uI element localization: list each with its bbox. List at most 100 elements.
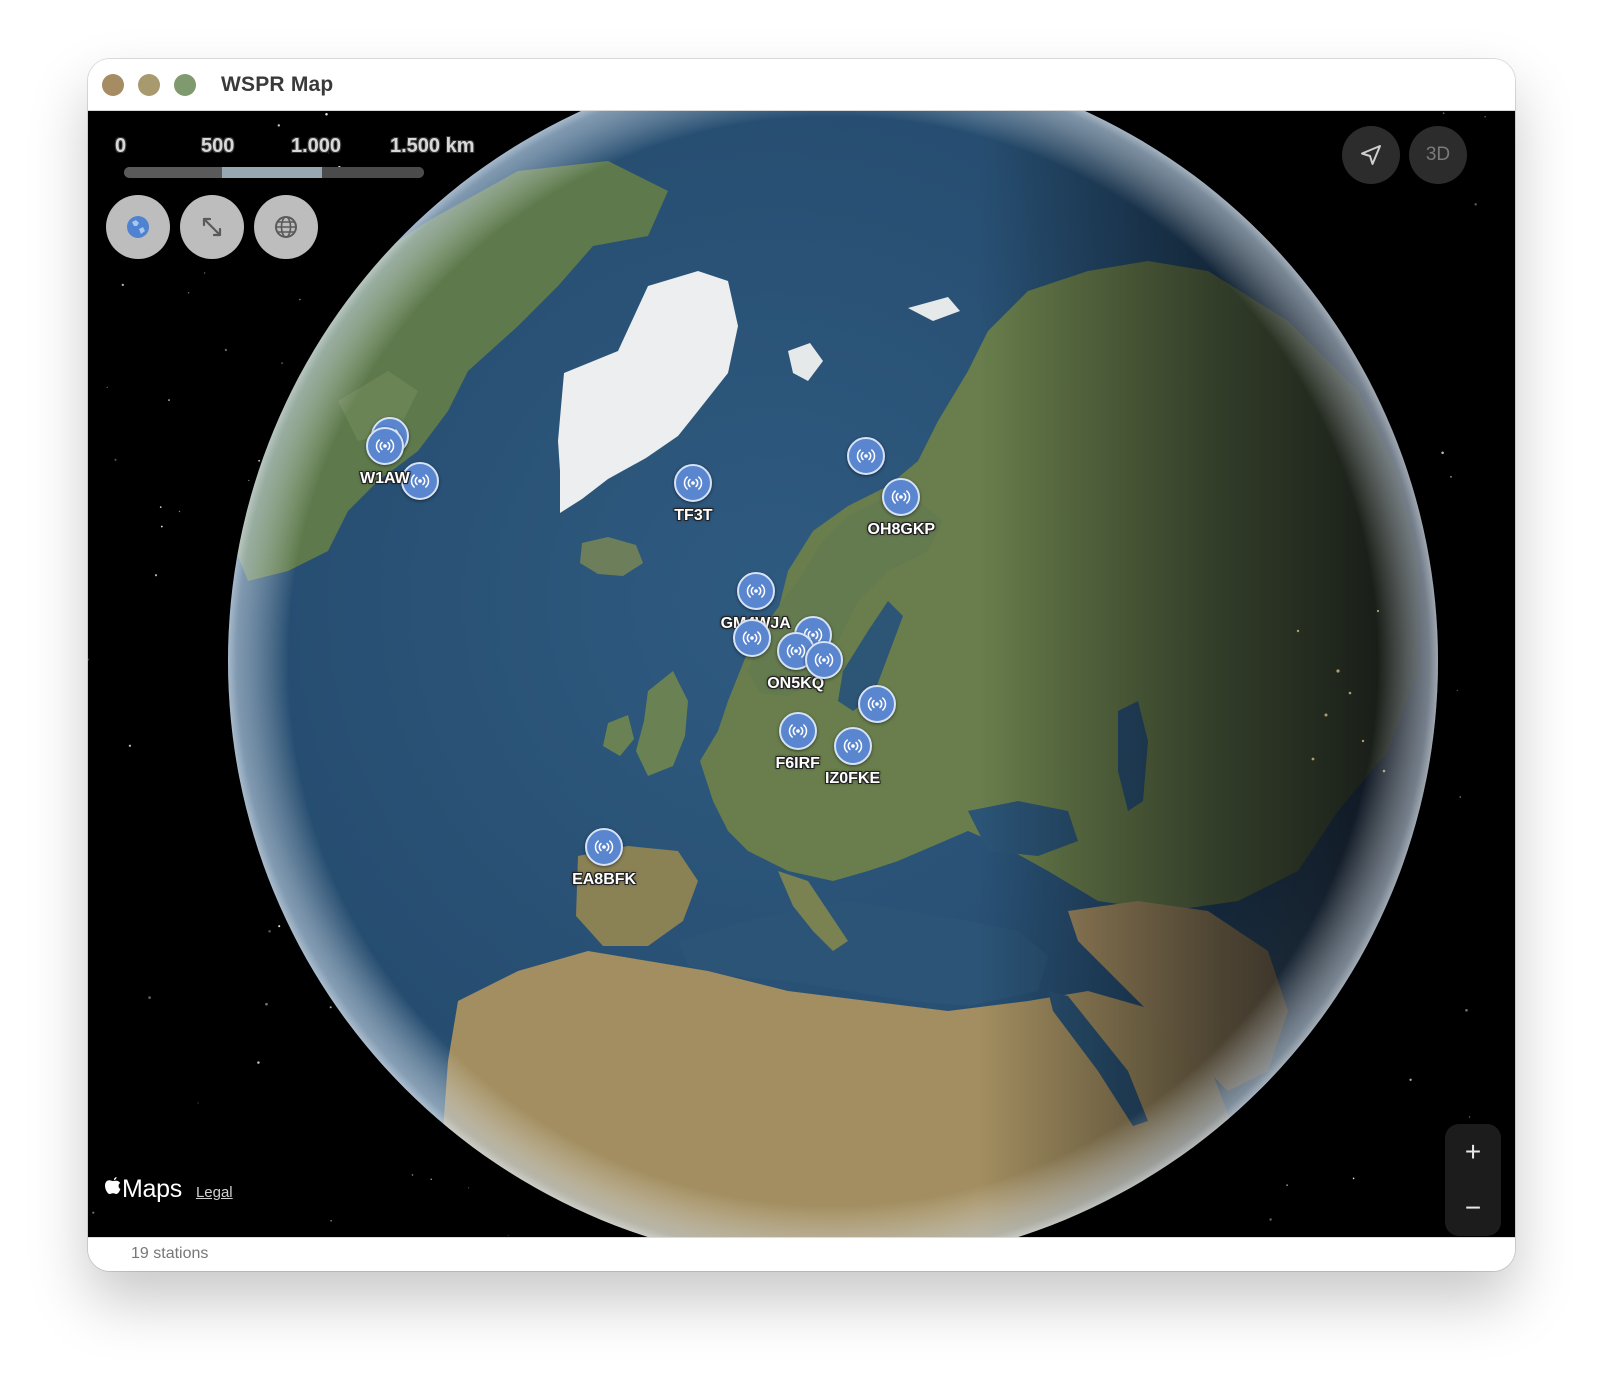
star <box>178 510 181 513</box>
maps-brand-text: Maps <box>122 1175 182 1203</box>
station-pin[interactable] <box>778 711 817 750</box>
star <box>278 925 281 928</box>
globe-grid-icon <box>275 216 297 238</box>
antenna-icon <box>375 439 395 454</box>
star <box>248 479 250 482</box>
close-window-button[interactable] <box>102 74 124 96</box>
star <box>168 399 170 402</box>
star <box>268 930 271 933</box>
antenna-icon <box>892 490 911 505</box>
station-pin[interactable] <box>846 437 885 476</box>
station-count: 19 stations <box>131 1245 209 1262</box>
station-callsign: OH8GKP <box>867 521 936 539</box>
expand-arrows-icon <box>202 217 222 237</box>
map-view[interactable]: 0 500 1.000 1.500 km 3D W1AW TF3T OH8GKP… <box>88 111 1515 1237</box>
app-window: WSPR Map 0 500 1.000 1.500 km 3D W1AW TF… <box>88 59 1515 1271</box>
station-pin[interactable] <box>365 427 404 466</box>
star <box>411 1174 414 1176</box>
star <box>160 525 163 528</box>
star <box>1456 689 1458 691</box>
zoom-out-button[interactable]: − <box>1445 1180 1501 1236</box>
star <box>265 1002 268 1006</box>
window-title: WSPR Map <box>221 73 334 96</box>
antenna-icon <box>843 739 862 753</box>
star <box>325 113 328 116</box>
station-callsign: EA8BFK <box>572 871 637 889</box>
star <box>1484 116 1486 118</box>
star <box>277 124 280 127</box>
station-callsign: TF3T <box>674 507 713 524</box>
star <box>1409 1078 1412 1081</box>
locate-me-button[interactable] <box>1342 126 1400 184</box>
antenna-icon <box>594 840 614 854</box>
star <box>430 1178 432 1181</box>
station-pin[interactable] <box>833 726 872 765</box>
star <box>154 574 158 577</box>
antenna-icon <box>746 584 765 598</box>
star <box>258 459 260 462</box>
star <box>92 1211 95 1214</box>
star <box>330 1219 332 1222</box>
star <box>1474 203 1477 206</box>
star <box>1286 1184 1288 1186</box>
map-scale-bar <box>124 167 424 178</box>
station-pin[interactable] <box>585 828 624 867</box>
map-scale-labels: 0 500 1.000 1.500 km <box>115 135 535 161</box>
apple-logo-icon <box>105 1177 121 1194</box>
antenna-icon <box>814 653 834 667</box>
station-pin[interactable] <box>857 684 896 723</box>
zoom-in-button[interactable]: + <box>1445 1124 1501 1180</box>
minimize-window-button[interactable] <box>138 74 160 96</box>
antenna-icon <box>684 476 703 490</box>
scale-label: 1.500 km <box>390 135 475 157</box>
antenna-icon <box>856 449 875 463</box>
star <box>507 1234 509 1236</box>
star <box>197 1102 199 1104</box>
station-pin[interactable] <box>732 619 771 658</box>
star <box>1450 476 1452 478</box>
globe-map <box>88 111 1515 1237</box>
expand-button[interactable] <box>180 195 244 259</box>
station-pin[interactable] <box>736 571 775 610</box>
3d-toggle-button[interactable]: 3D <box>1409 126 1467 184</box>
antenna-icon <box>788 723 807 738</box>
star <box>106 386 108 388</box>
star <box>1269 1218 1272 1221</box>
star <box>1352 1177 1355 1180</box>
star <box>1459 796 1462 798</box>
star <box>203 272 206 274</box>
star <box>128 744 132 747</box>
title-bar: WSPR Map <box>88 59 1515 111</box>
station-callsign: IZ0FKE <box>825 769 881 787</box>
station-callsign: W1AW <box>360 470 410 488</box>
star <box>1442 112 1445 114</box>
star <box>188 292 190 294</box>
antenna-icon <box>867 696 887 711</box>
station-pin[interactable] <box>805 640 844 679</box>
star <box>224 348 228 352</box>
globe-view-button[interactable] <box>106 195 170 259</box>
station-callsign: ON5KQ <box>767 675 825 693</box>
zoom-window-button[interactable] <box>174 74 196 96</box>
star <box>159 506 162 508</box>
star <box>121 283 124 287</box>
globe-view-icon <box>127 216 149 238</box>
star <box>1441 451 1444 455</box>
star <box>1468 1116 1471 1118</box>
star <box>299 298 301 301</box>
maps-attribution: Maps Legal <box>104 1175 233 1204</box>
antenna-icon <box>786 644 805 658</box>
star <box>468 1187 470 1189</box>
legal-link[interactable]: Legal <box>196 1184 233 1201</box>
star <box>281 362 284 365</box>
globe-grid-button[interactable] <box>254 195 318 259</box>
star <box>257 1061 260 1064</box>
star <box>148 996 151 999</box>
status-bar: 19 stations <box>88 1237 1515 1271</box>
antenna-icon <box>742 631 761 646</box>
scale-label: 1.000 <box>291 135 342 157</box>
location-arrow-icon <box>1361 145 1381 165</box>
star <box>1465 1008 1468 1012</box>
scale-label: 500 <box>201 135 235 157</box>
scale-label: 0 <box>115 135 127 157</box>
